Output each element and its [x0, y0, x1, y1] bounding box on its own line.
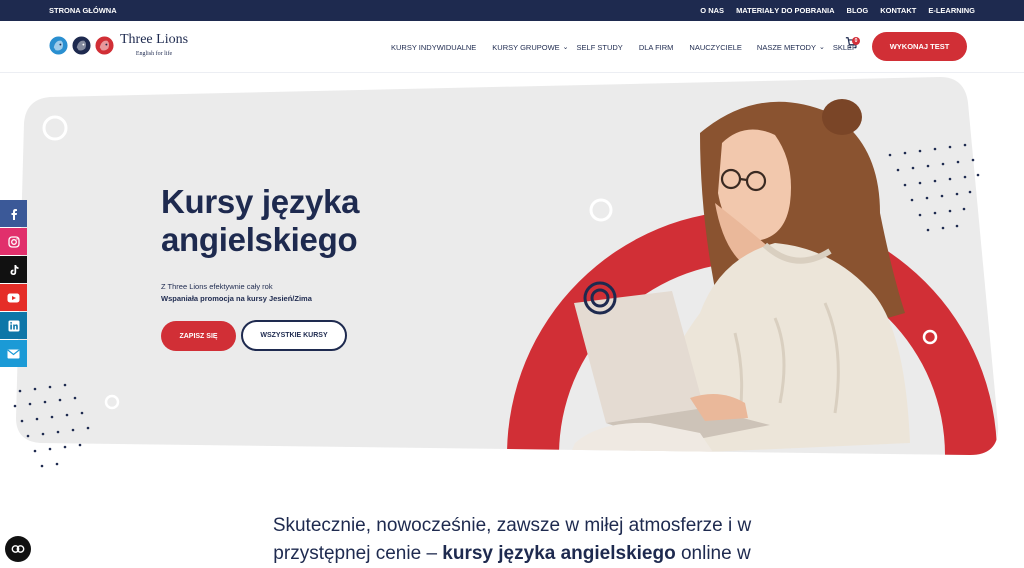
youtube-icon[interactable]	[0, 284, 27, 311]
hero-promo-text: Wspaniała promocja na kursy Jesień/Zima	[161, 294, 312, 303]
nav-item-kursy-grupowe[interactable]: KURSY GRUPOWE ⌄	[492, 43, 568, 52]
topbar-home-link[interactable]: STRONA GŁÓWNA	[49, 6, 117, 15]
topbar-links: O NAS MATERIAŁY DO POBRANIA BLOG KONTAKT…	[700, 6, 975, 15]
signup-button[interactable]: ZAPISZ SIĘ	[161, 321, 236, 351]
brand-tagline: English for life	[135, 51, 173, 57]
tiktok-icon[interactable]	[0, 256, 27, 283]
lion-red-icon	[95, 35, 114, 55]
lion-navy-icon	[72, 35, 91, 55]
topbar-link-elearning[interactable]: E-LEARNING	[928, 6, 975, 15]
take-test-button[interactable]: WYKONAJ TEST	[872, 32, 967, 61]
nav-item-kursy-indywidualne[interactable]: KURSY INDYWIDUALNE	[391, 43, 476, 52]
email-icon[interactable]	[0, 340, 27, 367]
main-nav: KURSY INDYWIDUALNE KURSY GRUPOWE ⌄ SELF S…	[391, 21, 857, 73]
topbar-link-o-nas[interactable]: O NAS	[700, 6, 724, 15]
chevron-down-icon: ⌄	[562, 44, 569, 51]
topbar-link-kontakt[interactable]: KONTAKT	[880, 6, 916, 15]
main-header: Three Lions English for life KURSY INDYW…	[0, 21, 1024, 73]
hero-background	[13, 77, 999, 468]
intro-line-1: Skutecznie, nowocześnie, zawsze w miłej …	[272, 515, 752, 536]
accessibility-icon[interactable]	[5, 536, 31, 562]
nav-item-nauczyciele[interactable]: NAUCZYCIELE	[689, 43, 742, 52]
topbar-link-materialy[interactable]: MATERIAŁY DO POBRANIA	[736, 6, 834, 15]
chevron-down-icon: ⌄	[818, 44, 825, 51]
facebook-icon[interactable]	[0, 200, 27, 227]
nav-item-nasze-metody[interactable]: NASZE METODY ⌄	[757, 43, 825, 52]
intro-line-2: przystępnej cenie – kursy języka angiels…	[273, 543, 751, 564]
nav-item-self-study[interactable]: SELF STUDY	[577, 43, 623, 52]
brand-name: Three Lions	[120, 32, 189, 47]
all-courses-button[interactable]: WSZYSTKIE KURSY	[241, 320, 347, 351]
linkedin-icon[interactable]	[0, 312, 27, 339]
instagram-icon[interactable]	[0, 228, 27, 255]
hero-title: Kursy języka angielskiego	[161, 183, 360, 258]
nav-item-dla-firm[interactable]: DLA FIRM	[639, 43, 674, 52]
cart-count-badge: 0	[852, 37, 860, 45]
brand-logo[interactable]: Three Lions English for life	[49, 33, 188, 57]
lion-blue-icon	[49, 35, 68, 55]
hero-subtitle: Z Three Lions efektywnie cały rok	[161, 282, 273, 291]
intro-text: Skutecznie, nowocześnie, zawsze w miłej …	[0, 512, 1024, 568]
topbar-link-blog[interactable]: BLOG	[847, 6, 869, 15]
top-bar: STRONA GŁÓWNA O NAS MATERIAŁY DO POBRANI…	[0, 0, 1024, 21]
